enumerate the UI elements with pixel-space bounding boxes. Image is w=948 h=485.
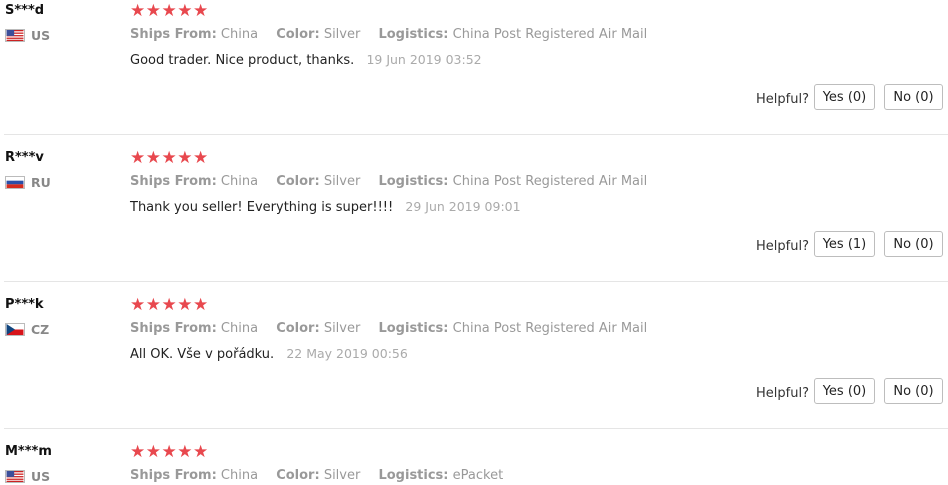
reviewer-country: RU (5, 175, 51, 190)
review-text: Good trader. Nice product, thanks. 19 Ju… (130, 52, 482, 68)
us-flag-icon (5, 29, 25, 42)
ru-flag-icon (5, 176, 25, 189)
logistics-label: Logistics: (378, 321, 449, 336)
review-date: 29 Jun 2019 09:01 (405, 199, 521, 214)
color-value: Silver (323, 468, 361, 483)
logistics-value: China Post Registered Air Mail (452, 174, 648, 189)
ships-from-value: China (220, 468, 259, 483)
ships-from-label: Ships From: (130, 174, 217, 189)
reviewer-name: S***d (5, 3, 45, 18)
review-body: Good trader. Nice product, thanks. (130, 53, 355, 68)
review-meta: Ships From: China Color: Silver Logistic… (130, 27, 647, 42)
ships-from-label: Ships From: (130, 468, 217, 483)
review-meta: Ships From: China Color: Silver Logistic… (130, 321, 647, 336)
rating-stars: ★★★★★ (130, 1, 209, 21)
helpful-label: Helpful? (756, 386, 809, 401)
logistics-value: ePacket (452, 468, 504, 483)
review-divider (4, 134, 948, 135)
logistics-label: Logistics: (378, 468, 449, 483)
logistics-label: Logistics: (378, 27, 449, 42)
logistics-value: China Post Registered Air Mail (452, 321, 648, 336)
review-meta: Ships From: China Color: Silver Logistic… (130, 174, 647, 189)
rating-stars: ★★★★★ (130, 442, 209, 462)
review-text: All OK. Vše v pořádku. 22 May 2019 00:56 (130, 346, 408, 362)
helpful-no-button[interactable]: No (0) (884, 231, 943, 257)
country-code: US (31, 469, 51, 484)
review-body: All OK. Vše v pořádku. (130, 347, 275, 362)
review-item: S***d US ★★★★★ Ships From: China Color: … (0, 0, 948, 147)
us-flag-icon (5, 470, 25, 483)
helpful-yes-button[interactable]: Yes (0) (814, 378, 875, 404)
color-label: Color: (276, 468, 320, 483)
helpful-label: Helpful? (756, 239, 809, 254)
review-divider (4, 281, 948, 282)
review-item: P***k CZ ★★★★★ Ships From: China Color: … (0, 294, 948, 441)
reviewer-name: P***k (5, 297, 44, 312)
review-meta: Ships From: China Color: Silver Logistic… (130, 468, 503, 483)
color-label: Color: (276, 27, 320, 42)
reviewer-country: US (5, 28, 50, 43)
helpful-no-button[interactable]: No (0) (884, 378, 943, 404)
color-label: Color: (276, 321, 320, 336)
country-code: US (31, 28, 51, 43)
review-text: Thank you seller! Everything is super!!!… (130, 199, 521, 215)
color-value: Silver (323, 174, 361, 189)
color-value: Silver (323, 321, 361, 336)
ships-from-value: China (220, 27, 259, 42)
cz-flag-icon (5, 323, 25, 336)
reviewer-name: M***m (5, 444, 52, 459)
reviewer-country: US (5, 469, 50, 484)
reviewer-country: CZ (5, 322, 49, 337)
review-date: 22 May 2019 00:56 (286, 346, 408, 361)
review-body: Thank you seller! Everything is super!!!… (130, 200, 394, 215)
color-value: Silver (323, 27, 361, 42)
review-date: 19 Jun 2019 03:52 (366, 52, 482, 67)
review-divider (4, 428, 948, 429)
rating-stars: ★★★★★ (130, 148, 209, 168)
helpful-label: Helpful? (756, 92, 809, 107)
ships-from-label: Ships From: (130, 27, 217, 42)
helpful-no-button[interactable]: No (0) (884, 84, 943, 110)
helpful-yes-button[interactable]: Yes (1) (814, 231, 875, 257)
helpful-yes-button[interactable]: Yes (0) (814, 84, 875, 110)
ships-from-value: China (220, 321, 259, 336)
ships-from-label: Ships From: (130, 321, 217, 336)
country-code: RU (31, 175, 51, 190)
reviewer-name: R***v (5, 150, 44, 165)
color-label: Color: (276, 174, 320, 189)
rating-stars: ★★★★★ (130, 295, 209, 315)
country-code: CZ (31, 322, 50, 337)
ships-from-value: China (220, 174, 259, 189)
review-item: M***m US ★★★★★ Ships From: China Color: … (0, 441, 948, 485)
logistics-value: China Post Registered Air Mail (452, 27, 648, 42)
logistics-label: Logistics: (378, 174, 449, 189)
review-item: R***v RU ★★★★★ Ships From: China Color: … (0, 147, 948, 294)
